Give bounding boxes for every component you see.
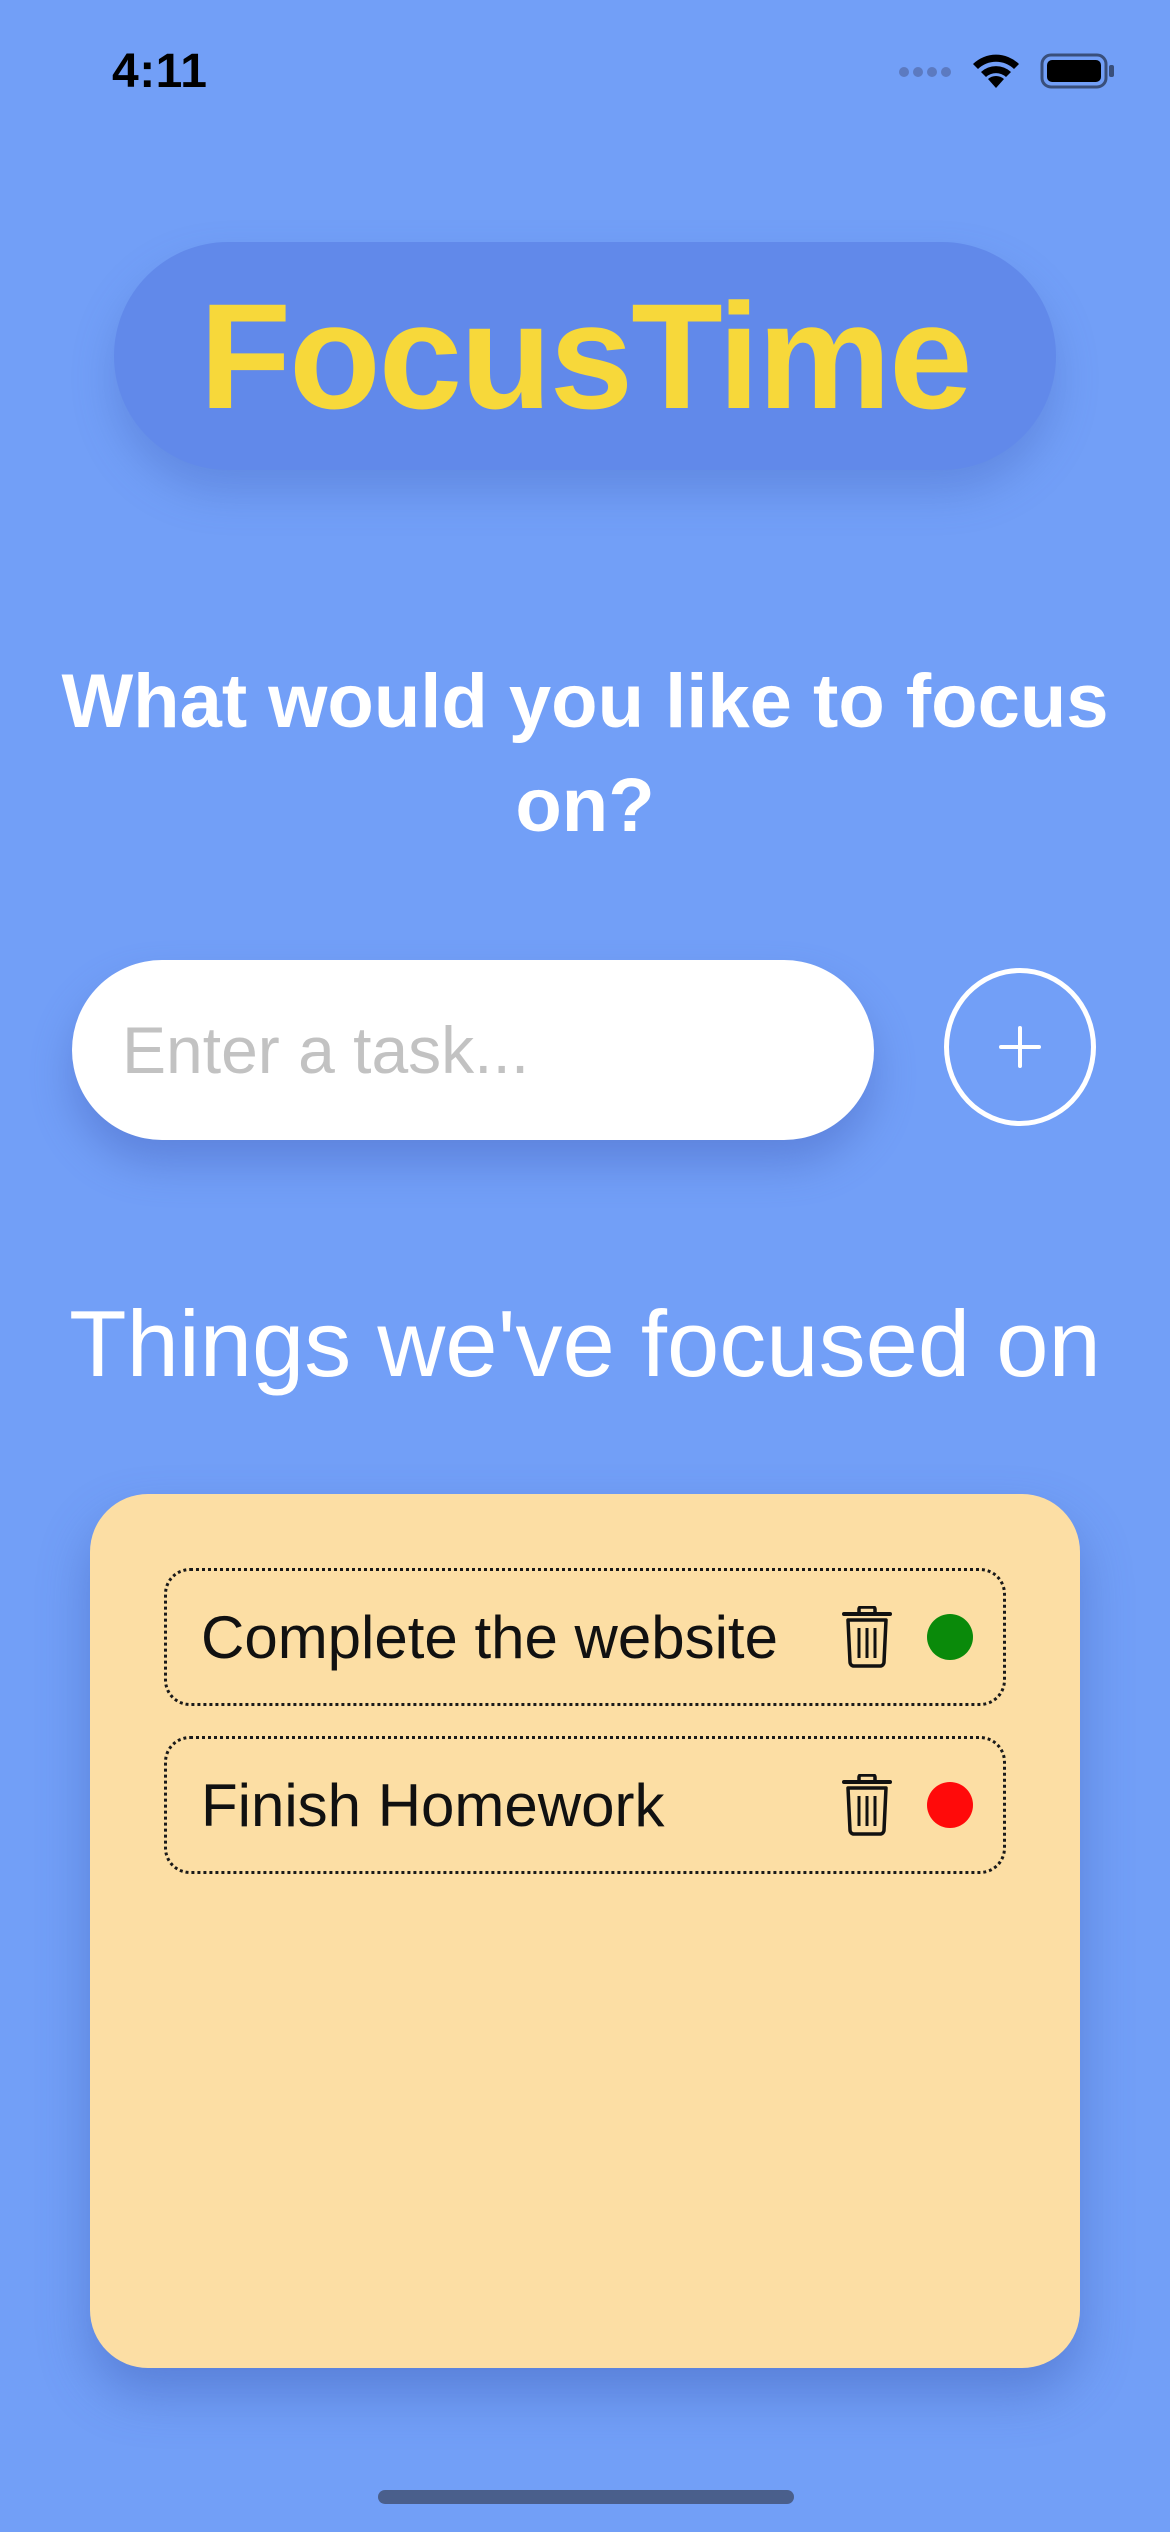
battery-icon [1040,53,1116,94]
focus-history-list: Complete the website Finish Homework [164,1568,1006,1904]
list-item[interactable]: Complete the website [164,1568,1006,1706]
trash-icon [842,1774,892,1836]
focus-history-card: Complete the website Finish Homework [90,1494,1080,2368]
home-indicator[interactable] [378,2490,794,2504]
wifi-icon [970,52,1022,95]
task-status-dot-complete [927,1614,973,1660]
cellular-signal-icon [898,65,952,83]
status-icons [898,52,1116,95]
task-label: Finish Homework [201,1771,665,1839]
app-title: FocusTime [199,271,972,440]
status-time: 4:11 [112,45,208,98]
focus-question: What would you like to focus on? [61,659,1109,848]
add-task-button[interactable] [944,968,1096,1126]
plus-icon [999,1026,1041,1068]
task-input-container [72,960,874,1140]
delete-task-button[interactable] [837,1602,897,1672]
history-heading: Things we've focused on [69,1291,1101,1396]
delete-task-button[interactable] [837,1770,897,1840]
task-input[interactable] [72,960,874,1140]
task-status-dot-incomplete [927,1782,973,1828]
list-item[interactable]: Finish Homework [164,1736,1006,1874]
trash-icon [842,1606,892,1668]
status-bar: 4:11 [0,0,1170,140]
task-label: Complete the website [201,1603,778,1671]
app-title-banner: FocusTime [114,242,1056,470]
